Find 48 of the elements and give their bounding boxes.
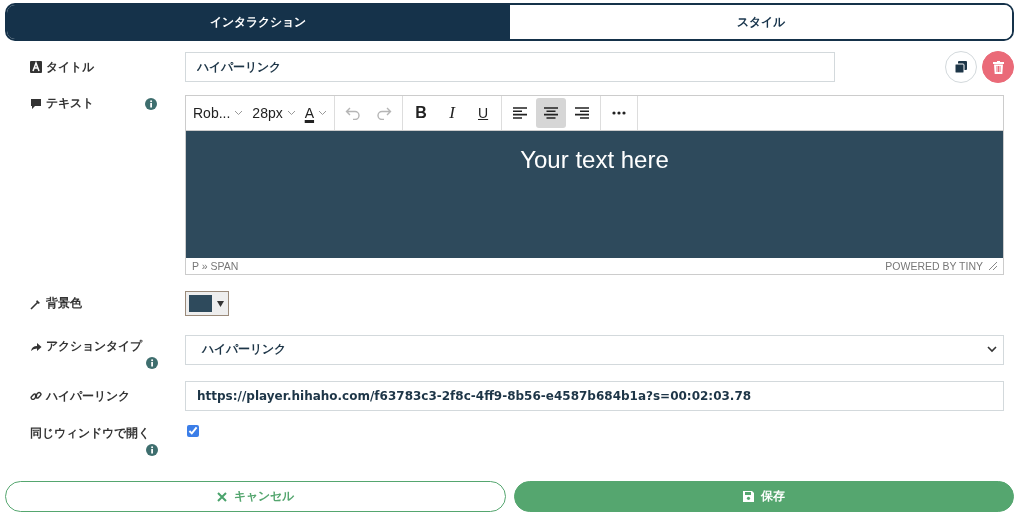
align-center-button[interactable] xyxy=(536,98,567,128)
checkbox[interactable] xyxy=(187,425,199,437)
delete-button[interactable] xyxy=(982,51,1014,83)
link-icon xyxy=(30,390,42,402)
editor-text: Your text here xyxy=(520,146,669,174)
title-field[interactable]: ハイパーリンク xyxy=(185,52,835,82)
info-icon[interactable] xyxy=(146,444,158,456)
info-icon[interactable] xyxy=(145,97,157,110)
duplicate-button[interactable] xyxy=(945,51,977,83)
field-label: テキスト xyxy=(46,95,94,112)
trash-icon xyxy=(992,60,1004,74)
field-label: ハイパーリンク xyxy=(46,387,130,405)
dots-icon xyxy=(612,111,627,115)
chevron-down-icon xyxy=(234,110,244,116)
color-picker[interactable] xyxy=(185,291,229,316)
editor-area[interactable]: Your text here xyxy=(186,131,1003,258)
info-icon[interactable] xyxy=(146,357,158,369)
tab[interactable]: インタラクション xyxy=(7,5,510,39)
underline-button[interactable]: U xyxy=(468,98,499,128)
text-color-button[interactable]: A xyxy=(300,98,332,128)
chevron-down-icon xyxy=(987,346,997,353)
copy-icon xyxy=(955,61,967,73)
speech-bubble-icon xyxy=(30,97,42,110)
align-icon xyxy=(513,107,528,119)
field-label: アクションタイプ xyxy=(46,338,142,355)
align-icon xyxy=(544,107,559,119)
eyedropper-icon xyxy=(30,297,42,310)
undo-arrow-icon xyxy=(345,106,362,120)
action-type-select[interactable]: ハイパーリンク xyxy=(185,334,1004,365)
resize-handle-icon[interactable] xyxy=(989,262,997,270)
arrow-right-icon xyxy=(30,340,42,353)
align-icon xyxy=(575,107,590,119)
redo-arrow-icon xyxy=(376,106,393,120)
element-path: P » SPAN xyxy=(192,260,239,272)
url-field[interactable]: https://player.hihaho.com/f63783c3-2f8c-4ff9-8b56-e4587b684b1a?s=00:02:03.78 xyxy=(185,381,1004,411)
bold-button[interactable]: B xyxy=(406,98,437,128)
caret-icon xyxy=(217,300,224,307)
toolbar-dropdown[interactable]: Rob... xyxy=(189,98,248,128)
field-label: 同じウィンドウで開く xyxy=(30,425,150,442)
close-icon xyxy=(216,491,227,502)
letter-a-icon xyxy=(30,61,42,73)
italic-button[interactable]: I xyxy=(437,98,468,128)
field-label: タイトル xyxy=(46,58,94,76)
field-label: 背景色 xyxy=(46,295,82,312)
chevron-down-icon xyxy=(318,110,328,116)
toolbar-dropdown[interactable]: 28px xyxy=(248,98,300,128)
branding-text: POWERED BY TINY xyxy=(885,260,983,272)
chevron-down-icon xyxy=(286,110,296,116)
